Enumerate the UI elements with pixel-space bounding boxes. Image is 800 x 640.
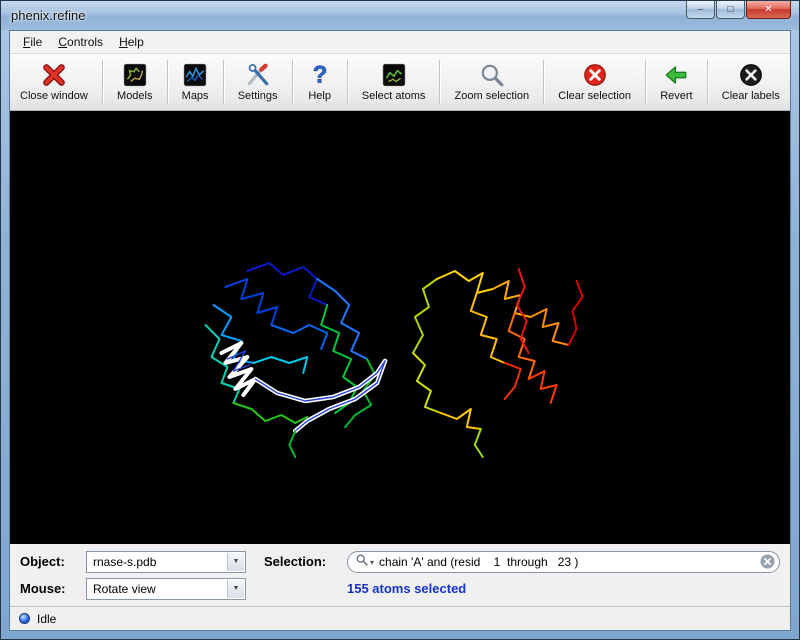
toolbar-separator [102,60,103,104]
menu-file[interactable]: File [15,32,50,52]
status-led-icon [19,613,30,624]
toolbar-separator [439,60,440,104]
molecule-viewport[interactable] [10,111,790,544]
selection-label: Selection: [264,554,347,569]
close-button[interactable]: ✕ [746,1,791,19]
toolbar-button-clear-labels[interactable]: Clear labels [720,60,782,104]
menu-controls[interactable]: Controls [50,32,111,52]
molecule-render[interactable] [10,111,790,544]
window-controls: – □ ✕ [685,1,799,19]
toolbar-separator [292,60,293,104]
title-bar[interactable]: phenix.refine – □ ✕ [1,1,799,30]
selection-highlight [221,343,385,457]
revert-icon [663,62,689,88]
control-row-object: Object: rnase-s.pdb ▼ Selection: ▾ chain… [10,549,790,574]
toolbar-separator [707,60,708,104]
toolbar-button-label: Help [308,90,331,102]
app-window: phenix.refine – □ ✕ File Controls Help C… [0,0,800,640]
toolbar-button-revert[interactable]: Revert [658,60,694,104]
toolbar-button-label: Maps [182,90,209,102]
menu-bar: File Controls Help [10,31,790,54]
maximize-button[interactable]: □ [716,1,745,19]
selection-search-box[interactable]: ▾ chain 'A' and (resid 1 through 23 ) [347,551,780,573]
mouse-mode-value: Rotate view [93,582,245,596]
window-frame: File Controls Help Close window Mo [1,30,799,639]
search-icon[interactable] [355,553,369,570]
mouse-mode-select[interactable]: Rotate view ▼ [86,578,246,600]
maps-icon [182,62,208,88]
toolbar-button-settings[interactable]: Settings [236,60,280,104]
toolbar-button-label: Select atoms [362,90,426,102]
control-panel: Object: rnase-s.pdb ▼ Selection: ▾ chain… [10,544,790,606]
chevron-down-icon[interactable]: ▼ [227,580,244,598]
clear-selection-icon [582,62,608,88]
toolbar-button-label: Settings [238,90,278,102]
toolbar-button-label: Clear selection [558,90,631,102]
mouse-label: Mouse: [20,581,86,596]
toolbar-separator [223,60,224,104]
select-atoms-icon [381,62,407,88]
toolbar-separator [645,60,646,104]
settings-icon [245,62,271,88]
toolbar-button-label: Close window [20,90,88,102]
help-icon: ? [307,62,333,88]
object-select[interactable]: rnase-s.pdb ▼ [86,551,246,573]
minimize-button[interactable]: – [686,1,715,19]
toolbar-button-help[interactable]: ? Help [305,60,335,104]
toolbar-button-label: Zoom selection [455,90,530,102]
search-menu-chevron-icon[interactable]: ▾ [370,558,374,567]
control-row-mouse: Mouse: Rotate view ▼ 155 atoms selected [10,576,790,601]
status-text: Idle [37,612,56,626]
toolbar-separator [167,60,168,104]
atoms-selected-count: 155 atoms selected [347,581,466,596]
selection-input[interactable]: chain 'A' and (resid 1 through 23 ) [376,555,760,569]
window-title: phenix.refine [11,8,85,23]
zoom-selection-icon [479,62,505,88]
toolbar-button-models[interactable]: Models [115,60,154,104]
toolbar-button-label: Clear labels [722,90,780,102]
svg-text:?: ? [312,62,327,88]
menu-help[interactable]: Help [111,32,152,52]
clear-search-icon[interactable] [760,554,775,569]
models-icon [122,62,148,88]
object-label: Object: [20,554,86,569]
toolbar-button-clear-selection[interactable]: Clear selection [556,60,633,104]
status-bar: Idle [10,606,790,630]
toolbar-button-maps[interactable]: Maps [180,60,211,104]
toolbar-separator [347,60,348,104]
toolbar: Close window Models Maps [10,54,790,111]
toolbar-button-close-window[interactable]: Close window [18,60,90,104]
toolbar-button-label: Models [117,90,152,102]
toolbar-button-zoom-selection[interactable]: Zoom selection [453,60,532,104]
object-select-value: rnase-s.pdb [93,555,245,569]
toolbar-button-select-atoms[interactable]: Select atoms [360,60,428,104]
client-area: File Controls Help Close window Mo [9,30,791,631]
toolbar-button-label: Revert [660,90,692,102]
clear-labels-icon [738,62,764,88]
toolbar-separator [543,60,544,104]
close-window-icon [41,62,67,88]
molecule-right-domain [413,269,583,457]
chevron-down-icon[interactable]: ▼ [227,553,244,571]
